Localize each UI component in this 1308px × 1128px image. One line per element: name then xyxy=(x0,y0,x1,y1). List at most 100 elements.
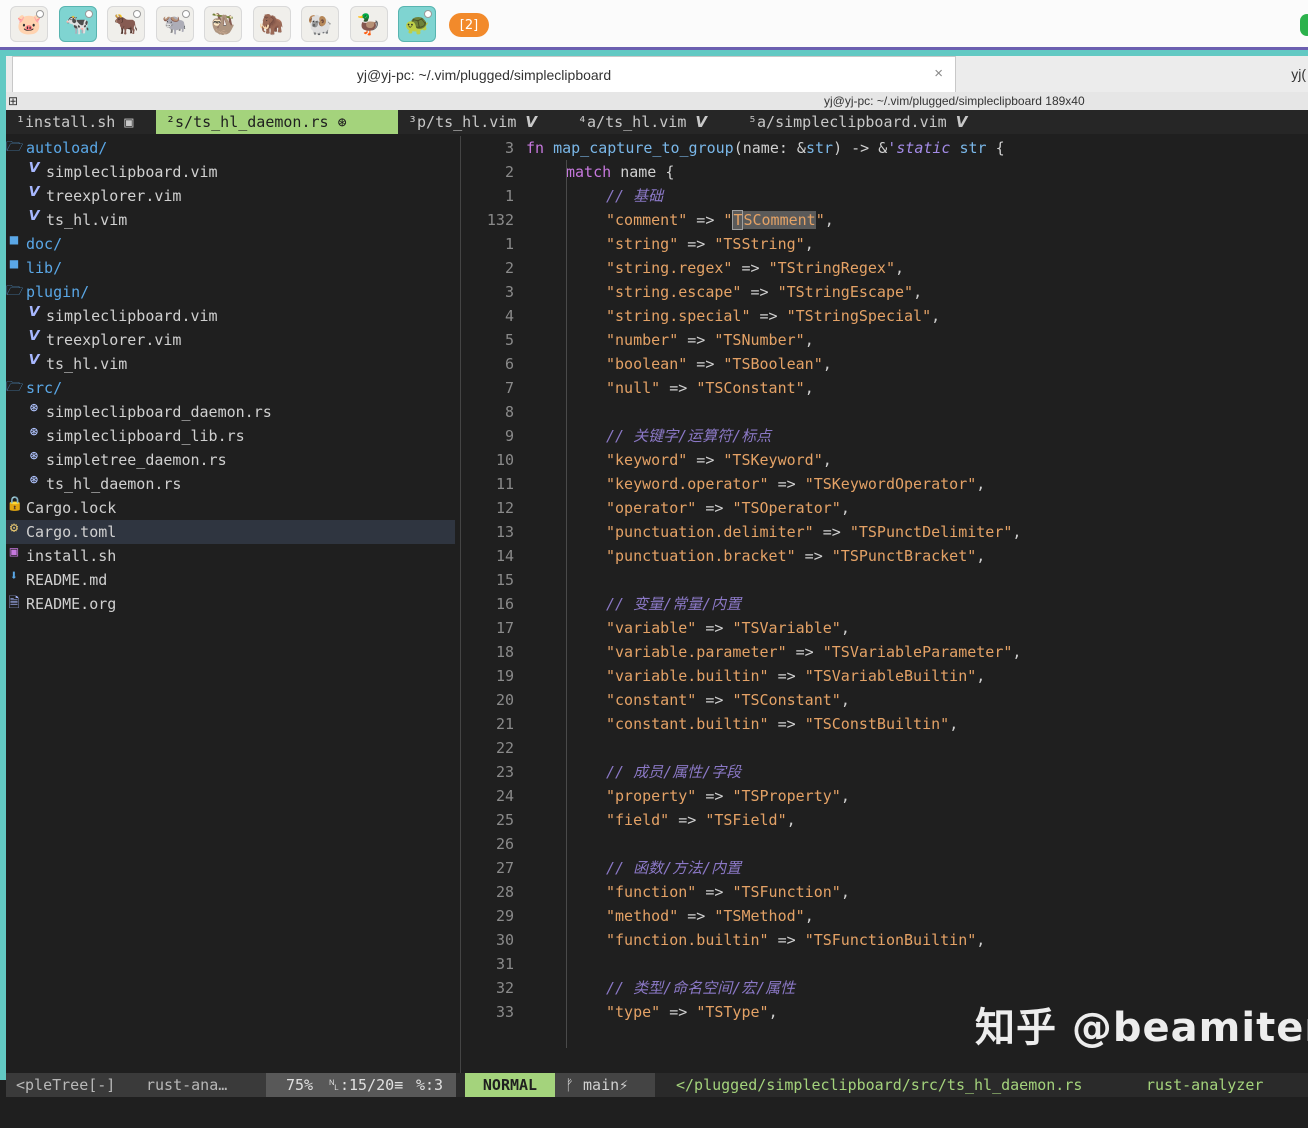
code-token: => xyxy=(696,619,733,637)
code-line[interactable]: // 变量/常量/内置 xyxy=(526,592,741,616)
code-line[interactable]: "string.regex" => "TStringRegex", xyxy=(526,256,904,280)
terminal-tab-active[interactable]: yj@yj-pc: ~/.vim/plugged/simpleclipboard… xyxy=(12,56,956,92)
tree-file[interactable]: simpleclipboard_lib.rs xyxy=(46,424,245,448)
vim-statusline: <pleTree[-] rust-ana… 75% ␤:15/20≡ %:3 N… xyxy=(6,1073,1308,1097)
vim-file-icon: 𝙑 xyxy=(28,304,40,320)
code-token: "string" xyxy=(606,235,679,253)
layout-grid-icon[interactable]: ⊞ xyxy=(8,94,18,108)
code-token: , xyxy=(804,235,814,253)
sloth-icon[interactable]: 🦥 xyxy=(204,6,242,42)
tree-file[interactable]: ts_hl.vim xyxy=(46,208,127,232)
code-line[interactable]: "punctuation.delimiter" => "TSPunctDelim… xyxy=(526,520,1021,544)
statusline-buffer-name: <pleTree[-] xyxy=(16,1076,116,1094)
code-line[interactable]: "keyword" => "TSKeyword", xyxy=(526,448,832,472)
code-token: "string.special" xyxy=(606,307,751,325)
code-token: "TSMethod" xyxy=(714,907,805,925)
code-token: "constant.builtin" xyxy=(606,715,769,733)
code-token: "TStringEscape" xyxy=(777,283,914,301)
vim-tab[interactable]: ³p/ts_hl.vim 𝙑 xyxy=(398,110,568,134)
tree-file[interactable]: treexplorer.vim xyxy=(46,184,181,208)
code-line[interactable]: "method" => "TSMethod", xyxy=(526,904,814,928)
code-token: "TSField" xyxy=(705,811,787,829)
code-line[interactable]: "property" => "TSProperty", xyxy=(526,784,850,808)
code-token: "TSFunctionBuiltin" xyxy=(804,931,977,949)
code-line[interactable]: "constant" => "TSConstant", xyxy=(526,688,850,712)
code-token: "TStringSpecial" xyxy=(786,307,932,325)
code-line[interactable]: "function" => "TSFunction", xyxy=(526,880,850,904)
turtle-icon[interactable]: 🐢 xyxy=(398,6,436,42)
ox-icon[interactable]: 🐂 xyxy=(107,6,145,42)
code-line[interactable]: "number" => "TSNumber", xyxy=(526,328,814,352)
code-line[interactable]: "variable.builtin" => "TSVariableBuiltin… xyxy=(526,664,985,688)
code-token: , xyxy=(822,451,832,469)
vim-tab[interactable]: ²s/ts_hl_daemon.rs ⊛ xyxy=(156,110,398,134)
code-line[interactable]: "type" => "TSType", xyxy=(526,1000,778,1024)
tree-directory[interactable]: plugin/ xyxy=(26,280,89,304)
mammoth-icon[interactable]: 🦣 xyxy=(252,6,291,42)
code-line[interactable]: "string.special" => "TStringSpecial", xyxy=(526,304,940,328)
vim-tab[interactable]: ¹install.sh ▣ xyxy=(6,110,156,134)
code-token: " xyxy=(815,211,825,229)
pig-icon[interactable]: 🐷 xyxy=(10,6,48,42)
tree-file[interactable]: README.org xyxy=(26,592,116,616)
tree-file[interactable]: README.md xyxy=(26,568,107,592)
tree-file[interactable]: ts_hl_daemon.rs xyxy=(46,472,181,496)
terminal-tab-inactive[interactable]: yj( xyxy=(958,56,1308,92)
vim-tab[interactable]: ⁵a/simpleclipboard.vim 𝙑 xyxy=(738,110,1008,134)
code-line[interactable]: "variable.parameter" => "TSVariableParam… xyxy=(526,640,1021,664)
vim-tab[interactable]: ⁴a/ts_hl.vim 𝙑 xyxy=(568,110,738,134)
code-line[interactable]: "punctuation.bracket" => "TSPunctBracket… xyxy=(526,544,985,568)
cow-icon[interactable]: 🐄 xyxy=(58,6,97,42)
code-line[interactable]: "variable" => "TSVariable", xyxy=(526,616,850,640)
code-token: "TSPunctBracket" xyxy=(831,547,977,565)
code-line[interactable]: "constant.builtin" => "TSConstBuiltin", xyxy=(526,712,958,736)
code-line[interactable]: "comment" => "TSComment", xyxy=(526,208,834,232)
code-line[interactable]: "keyword.operator" => "TSKeywordOperator… xyxy=(526,472,985,496)
rust-file-icon: ⊛ xyxy=(29,472,39,488)
code-line[interactable]: fn map_capture_to_group(name: &str) -> &… xyxy=(526,136,1005,160)
line-number: 22 xyxy=(495,739,514,757)
code-line[interactable]: // 关键字/运算符/标点 xyxy=(526,424,771,448)
code-line[interactable]: "boolean" => "TSBoolean", xyxy=(526,352,832,376)
code-token: "TSNumber" xyxy=(714,331,805,349)
tree-file[interactable]: Cargo.toml xyxy=(26,520,116,544)
tree-directory[interactable]: doc/ xyxy=(26,232,62,256)
code-token: "constant" xyxy=(606,691,697,709)
workspace-badge[interactable]: [2] xyxy=(449,13,489,37)
tree-file[interactable]: simpleclipboard.vim xyxy=(46,160,218,184)
vim-file-icon: 𝙑 xyxy=(28,160,40,176)
code-line[interactable]: "string" => "TSString", xyxy=(526,232,814,256)
code-line[interactable]: // 基础 xyxy=(526,184,663,208)
vim-editor[interactable]: ¹install.sh ▣ ²s/ts_hl_daemon.rs ⊛ ³p/ts_h… xyxy=(6,110,1308,1128)
duck-icon[interactable]: 🦆 xyxy=(349,6,388,42)
tree-directory[interactable]: src/ xyxy=(26,376,62,400)
tree-file[interactable]: Cargo.lock xyxy=(26,496,116,520)
code-line[interactable]: // 成员/属性/字段 xyxy=(526,760,741,784)
code-token: "TStringRegex" xyxy=(768,259,895,277)
tree-file[interactable]: treexplorer.vim xyxy=(46,328,181,352)
code-token: => xyxy=(687,211,724,229)
code-line[interactable]: // 函数/方法/内置 xyxy=(526,856,741,880)
close-tab-icon[interactable]: × xyxy=(934,65,943,82)
code-line[interactable]: "null" => "TSConstant", xyxy=(526,376,814,400)
code-token: => xyxy=(678,907,715,925)
ram-icon[interactable]: 🐏 xyxy=(301,6,339,42)
tree-file[interactable]: install.sh xyxy=(26,544,116,568)
tree-file[interactable]: simpleclipboard_daemon.rs xyxy=(46,400,272,424)
line-number: 1 xyxy=(504,235,514,253)
code-line[interactable]: "operator" => "TSOperator", xyxy=(526,496,850,520)
tree-directory[interactable]: autoload/ xyxy=(26,136,107,160)
code-line[interactable]: "function.builtin" => "TSFunctionBuiltin… xyxy=(526,928,985,952)
tree-file[interactable]: ts_hl.vim xyxy=(46,352,127,376)
water-buffalo-icon[interactable]: 🐃 xyxy=(155,6,194,42)
tree-file[interactable]: simpletree_daemon.rs xyxy=(46,448,227,472)
code-line[interactable]: "string.escape" => "TStringEscape", xyxy=(526,280,922,304)
code-line[interactable]: match name { xyxy=(526,160,674,184)
statusline-file-path: </plugged/simpleclipboard/src/ts_hl_daem… xyxy=(676,1076,1083,1094)
tree-directory[interactable]: lib/ xyxy=(26,256,62,280)
tree-file[interactable]: simpleclipboard.vim xyxy=(46,304,218,328)
code-token: => xyxy=(678,331,715,349)
terminal-window: yj@yj-pc: ~/.vim/plugged/simpleclipboard… xyxy=(0,50,1308,1128)
code-token: "TSString" xyxy=(714,235,805,253)
vim-command-line[interactable] xyxy=(6,1098,1308,1128)
